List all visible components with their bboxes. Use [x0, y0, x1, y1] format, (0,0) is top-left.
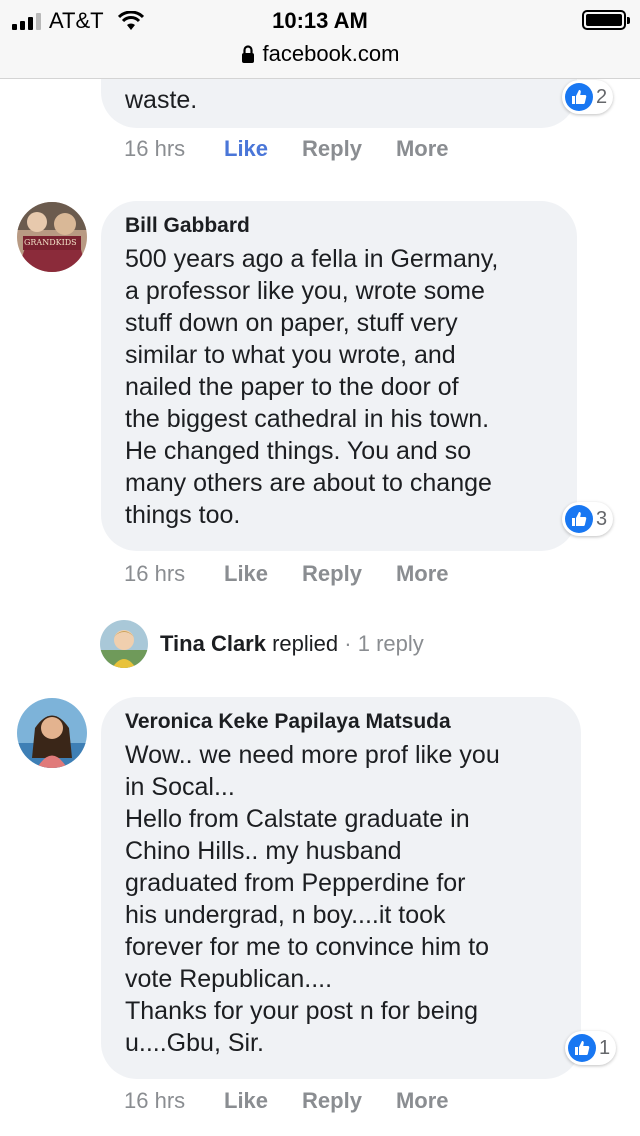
- comment-actions: 16 hrs Like Reply More: [124, 561, 483, 587]
- url-bar[interactable]: facebook.com: [0, 40, 640, 68]
- lock-icon: [241, 45, 254, 63]
- reply-button[interactable]: Reply: [302, 1088, 362, 1114]
- comment-actions: 16 hrs Like Reply More: [124, 136, 483, 162]
- more-button[interactable]: More: [396, 136, 449, 162]
- like-reaction-icon: [565, 83, 593, 111]
- reaction-count[interactable]: 2: [562, 80, 614, 114]
- comment-actions: 16 hrs Like Reply More: [124, 1088, 483, 1114]
- reaction-number: 3: [596, 507, 608, 530]
- reaction-number: 1: [599, 1036, 611, 1059]
- comment-author[interactable]: Bill Gabbard: [125, 213, 553, 239]
- battery-icon: [582, 10, 630, 30]
- browser-top-bar: AT&T 10:13 AM facebook.com: [0, 0, 640, 79]
- comment-author[interactable]: Veronica Keke Papilaya Matsuda: [125, 709, 557, 735]
- reply-author: Tina Clark: [160, 631, 266, 656]
- like-reaction-icon: [568, 1034, 596, 1062]
- comment-text: waste.: [125, 86, 198, 114]
- comment-time: 16 hrs: [124, 136, 186, 161]
- avatar[interactable]: GRANDKIDS: [17, 202, 87, 272]
- view-replies-link[interactable]: Tina Clark replied · 1 reply: [100, 620, 424, 668]
- avatar-caption: GRANDKIDS: [24, 238, 77, 247]
- reaction-number: 2: [596, 85, 608, 108]
- reply-verb: replied: [272, 631, 339, 656]
- reaction-count[interactable]: 3: [562, 502, 614, 536]
- reaction-count[interactable]: 1: [565, 1031, 617, 1065]
- comment-time: 16 hrs: [124, 1088, 186, 1113]
- more-button[interactable]: More: [396, 561, 449, 587]
- comment-bubble: Bill Gabbard 500 years ago a fella in Ge…: [101, 201, 577, 551]
- like-button[interactable]: Like: [224, 136, 268, 162]
- comment-time: 16 hrs: [124, 561, 186, 586]
- more-button[interactable]: More: [396, 1088, 449, 1114]
- comment-text: Wow.. we need more prof like you in Soca…: [125, 741, 500, 1057]
- like-button[interactable]: Like: [224, 561, 268, 587]
- avatar[interactable]: [17, 698, 87, 768]
- reply-button[interactable]: Reply: [302, 561, 362, 587]
- like-reaction-icon: [565, 505, 593, 533]
- reply-button[interactable]: Reply: [302, 136, 362, 162]
- like-button[interactable]: Like: [224, 1088, 268, 1114]
- comment-text: 500 years ago a fella in Germany, a prof…: [125, 245, 499, 529]
- status-time: 10:13 AM: [272, 8, 368, 33]
- reply-avatar: [100, 620, 148, 668]
- reply-separator: ·: [344, 631, 352, 656]
- reply-count: 1 reply: [357, 631, 424, 656]
- url-text: facebook.com: [262, 41, 400, 66]
- comment-bubble: Veronica Keke Papilaya Matsuda Wow.. we …: [101, 697, 581, 1079]
